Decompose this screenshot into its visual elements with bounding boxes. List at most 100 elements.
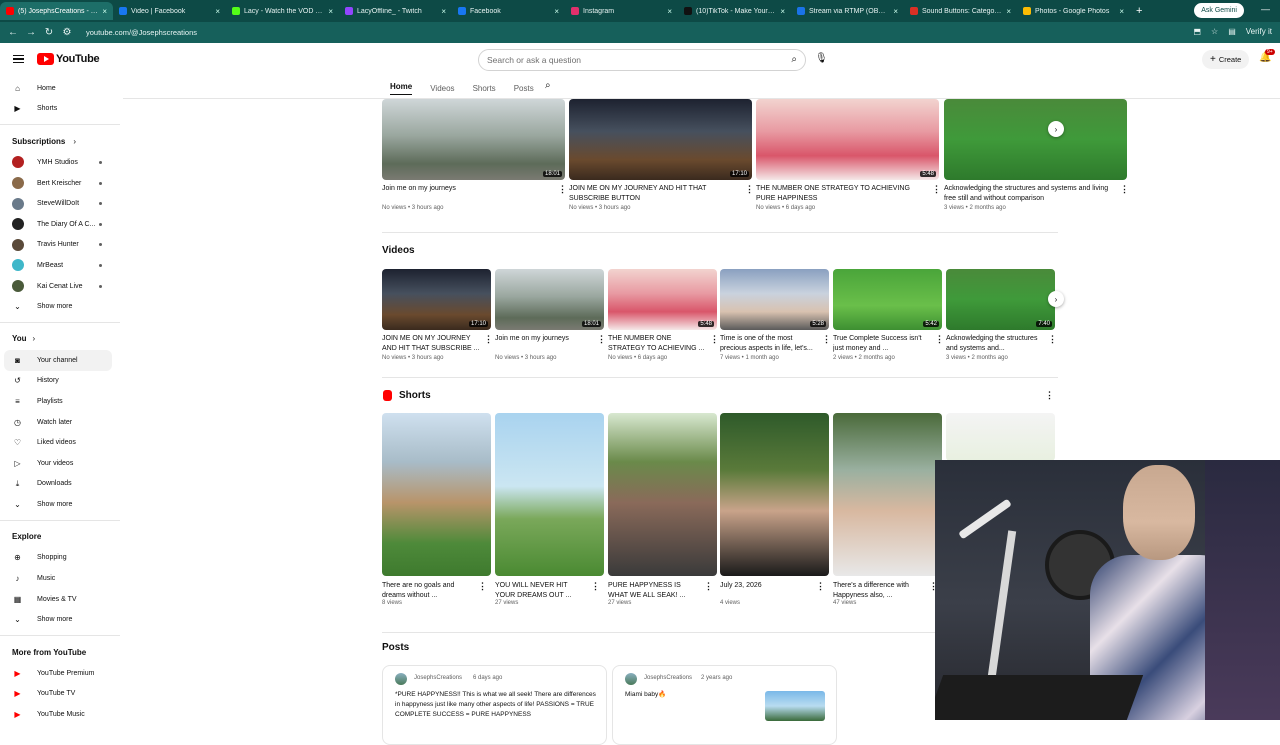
sidebar-item[interactable]: ⤓ Downloads (4, 474, 112, 495)
short-title[interactable]: There are no goals and dreams without ..… (382, 581, 474, 601)
sidebar-item[interactable]: ▷ Your videos (4, 453, 112, 474)
more-actions-icon[interactable]: ⋮ (1120, 184, 1129, 195)
tab-close-icon[interactable]: × (780, 7, 785, 16)
window-minimize-button[interactable]: — (1261, 4, 1270, 14)
short-thumbnail[interactable] (382, 413, 491, 576)
more-actions-icon[interactable]: ⋮ (558, 184, 567, 195)
sidebar-item[interactable]: ◙ Your channel (4, 349, 112, 371)
tab-close-icon[interactable]: × (1006, 7, 1011, 16)
channel-tab-posts[interactable]: Posts (514, 84, 534, 93)
short-thumbnail[interactable] (608, 413, 717, 576)
video-title[interactable]: Acknowledging the structures and systems… (946, 334, 1044, 354)
site-info-icon[interactable]: ⚙ (58, 27, 76, 38)
browser-tab[interactable]: Sound Buttons: Category V × (904, 2, 1017, 20)
sidebar-item[interactable]: ⌄ Show more (4, 296, 112, 317)
video-thumbnail[interactable]: 5:42 (833, 269, 942, 330)
you-heading[interactable]: You › (0, 328, 120, 350)
channel-search-icon[interactable]: ⌕ (545, 80, 551, 91)
browser-tab[interactable]: Video | Facebook × (113, 2, 226, 20)
sidebar-subscription-item[interactable]: YMH Studios (4, 152, 112, 173)
tab-close-icon[interactable]: × (893, 7, 898, 16)
menu-icon[interactable] (13, 55, 24, 63)
search-icon[interactable]: ⌕ (791, 54, 797, 65)
browser-tab[interactable]: Lacy - Watch the VOD on Kick × (226, 2, 339, 20)
sidebar-subscription-item[interactable]: MrBeast (4, 255, 112, 276)
notifications-bell-icon[interactable]: 🔔 9+ (1259, 49, 1275, 63)
shorts-more-icon[interactable]: ⋮ (1045, 390, 1054, 401)
sidebar-subscription-item[interactable]: Kai Cenat Live (4, 276, 112, 297)
verify-label[interactable]: Verify it (1246, 27, 1272, 36)
video-title[interactable]: JOIN ME ON MY JOURNEY AND HIT THAT SUBSC… (382, 334, 480, 354)
sidebar-item[interactable]: ▶ YouTube TV (4, 684, 112, 705)
tab-close-icon[interactable]: × (441, 7, 446, 16)
video-thumbnail[interactable]: 5:48 (608, 269, 717, 330)
community-post[interactable]: JosephsCreations 6 days ago *PURE HAPPYNES… (382, 665, 607, 745)
install-icon[interactable]: ⬒ (1193, 27, 1201, 36)
extensions-icon[interactable]: ▤ (1228, 27, 1236, 36)
sidebar-subscription-item[interactable]: Travis Hunter (4, 235, 112, 256)
more-actions-icon[interactable]: ⋮ (816, 581, 825, 592)
sidebar-item[interactable]: ⌂ Home (4, 78, 112, 99)
browser-tab[interactable]: (10)TikTok - Make Your Day × (678, 2, 791, 20)
short-title[interactable]: PURE HAPPYNESS IS WHAT WE ALL SEAK! ... (608, 581, 700, 601)
browser-tab[interactable]: LacyOffline_ - Twitch × (339, 2, 452, 20)
more-actions-icon[interactable]: ⋮ (704, 581, 713, 592)
videos-section-title[interactable]: Videos (382, 245, 415, 256)
sidebar-item[interactable]: ▶ Shorts (4, 99, 112, 120)
browser-tab[interactable]: Photos - Google Photos × (1017, 2, 1130, 20)
more-actions-icon[interactable]: ⋮ (932, 184, 941, 195)
video-thumbnail[interactable] (944, 99, 1127, 180)
video-title[interactable]: THE NUMBER ONE STRATEGY TO ACHIEVING ... (608, 334, 706, 354)
post-author[interactable]: JosephsCreations (644, 675, 692, 681)
tab-close-icon[interactable]: × (328, 7, 333, 16)
next-arrow-icon[interactable]: › (1048, 121, 1064, 137)
short-thumbnail[interactable] (495, 413, 604, 576)
more-actions-icon[interactable]: ⋮ (478, 581, 487, 592)
sidebar-item[interactable]: ▶ YouTube Music (4, 704, 112, 725)
more-actions-icon[interactable]: ⋮ (745, 184, 754, 195)
short-title[interactable]: July 23, 2026 (720, 581, 812, 591)
url-field[interactable]: youtube.com/@Josephscreations (86, 28, 197, 37)
new-tab-button[interactable]: + (1136, 5, 1142, 17)
reload-icon[interactable]: ↻ (40, 27, 58, 38)
sidebar-item[interactable]: ◷ Watch later (4, 412, 112, 433)
microphone-icon[interactable]: 🎙 (815, 53, 828, 64)
ask-gemini-button[interactable]: Ask Gemini (1194, 3, 1244, 18)
more-actions-icon[interactable]: ⋮ (591, 581, 600, 592)
short-thumbnail[interactable] (720, 413, 829, 576)
tab-close-icon[interactable]: × (215, 7, 220, 16)
more-actions-icon[interactable]: ⋮ (1048, 334, 1057, 345)
tab-close-icon[interactable]: × (667, 7, 672, 16)
browser-tab[interactable]: (5) JosephsCreations - YouTube× (0, 2, 113, 20)
sidebar-item[interactable]: ♡ Liked videos (4, 432, 112, 453)
tab-close-icon[interactable]: × (1119, 7, 1124, 16)
short-thumbnail[interactable] (946, 413, 1055, 461)
next-arrow-icon[interactable]: › (1048, 291, 1064, 307)
forward-icon[interactable]: → (22, 27, 40, 38)
browser-tab[interactable]: Stream via RTMP (OBS, Vmix) × (791, 2, 904, 20)
video-title[interactable]: Time is one of the most precious aspects… (720, 334, 818, 354)
sidebar-item[interactable]: ≡ Playlists (4, 391, 112, 412)
sidebar-item[interactable]: ▶ YouTube Premium (4, 663, 112, 684)
channel-tab-shorts[interactable]: Shorts (473, 84, 496, 93)
video-thumbnail[interactable]: 17:10 (569, 99, 752, 180)
create-button[interactable]: + Create (1202, 50, 1250, 69)
more-actions-icon[interactable]: ⋮ (935, 334, 944, 345)
shorts-section-title[interactable]: Shorts (399, 390, 431, 401)
community-post[interactable]: JosephsCreations 2 years ago Miami baby🔥 (612, 665, 837, 745)
more-actions-icon[interactable]: ⋮ (710, 334, 719, 345)
tab-close-icon[interactable]: × (102, 7, 107, 16)
sidebar-subscription-item[interactable]: SteveWillDoIt (4, 193, 112, 214)
short-title[interactable]: YOU WILL NEVER HIT YOUR DREAMS OUT ... (495, 581, 587, 601)
video-thumbnail[interactable]: 7:40 (946, 269, 1055, 330)
subscriptions-heading[interactable]: Subscriptions › (0, 130, 120, 152)
channel-tab-home[interactable]: Home (390, 82, 413, 95)
video-title[interactable]: JOIN ME ON MY JOURNEY AND HIT THAT SUBSC… (569, 184, 741, 204)
sidebar-subscription-item[interactable]: Bert Kreischer (4, 173, 112, 194)
sidebar-subscription-item[interactable]: The Diary Of A C... (4, 214, 112, 235)
short-title[interactable]: There's a difference with Happyness also… (833, 581, 925, 601)
sidebar-item[interactable]: ↺ History (4, 371, 112, 392)
video-thumbnail[interactable]: 5:28 (720, 269, 829, 330)
video-title[interactable]: Join me on my journeys (382, 184, 554, 194)
sidebar-item[interactable]: ⌄ Show more (4, 494, 112, 515)
